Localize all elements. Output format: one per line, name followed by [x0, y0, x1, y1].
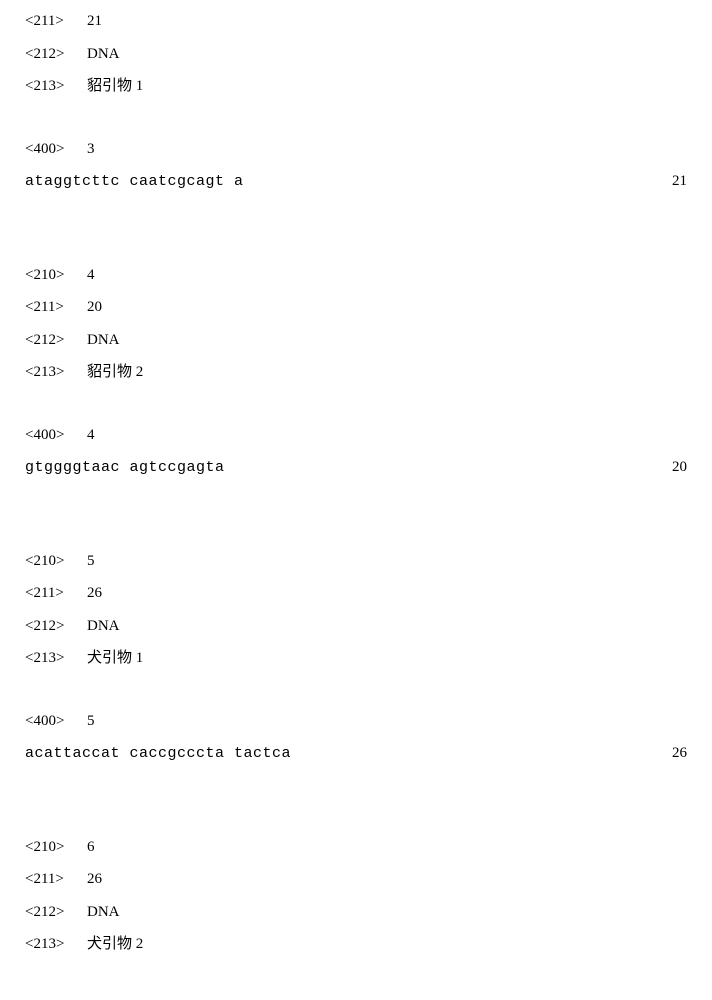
- sequence-text: gtggggtaac agtccgagta: [25, 457, 225, 480]
- header-value: DNA: [87, 43, 120, 66]
- header-value: 犬引物 2: [87, 933, 143, 956]
- header-value: 犬引物 1: [87, 647, 143, 670]
- header-value: 3: [87, 138, 95, 161]
- header-tag: <212>: [25, 329, 85, 352]
- header-value: DNA: [87, 329, 120, 352]
- header-value: 4: [87, 264, 95, 287]
- header-line: <213> 犬引物 1: [25, 647, 687, 670]
- header-tag: <212>: [25, 43, 85, 66]
- header-line: <212> DNA: [25, 329, 687, 352]
- header-tag: <212>: [25, 615, 85, 638]
- header-value: 5: [87, 550, 95, 573]
- header-value: DNA: [87, 615, 120, 638]
- sequence-count: 21: [672, 170, 687, 193]
- header-line: <210> 4: [25, 264, 687, 287]
- header-line: <210> 6: [25, 836, 687, 859]
- header-value: 貂引物 1: [87, 75, 143, 98]
- sequence-count: 20: [672, 456, 687, 479]
- sequence-text: ataggtcttc caatcgcagt a: [25, 171, 244, 194]
- header-line: <213> 貂引物 2: [25, 361, 687, 384]
- sequence-row: acattaccat caccgcccta tactca 26: [25, 742, 687, 766]
- header-tag: <400>: [25, 424, 85, 447]
- header-tag: <213>: [25, 647, 85, 670]
- header-value: 21: [87, 10, 102, 33]
- header-line: <211> 26: [25, 868, 687, 891]
- header-tag: <211>: [25, 582, 85, 605]
- header-tag: <210>: [25, 550, 85, 573]
- spacer: [25, 776, 687, 836]
- header-line: <213> 貂引物 1: [25, 75, 687, 98]
- header-tag: <400>: [25, 138, 85, 161]
- header-tag: <211>: [25, 296, 85, 319]
- header-value: 貂引物 2: [87, 361, 143, 384]
- header-line: <212> DNA: [25, 901, 687, 924]
- header-line: <210> 5: [25, 550, 687, 573]
- sequence-text: acattaccat caccgcccta tactca: [25, 743, 291, 766]
- header-tag: <400>: [25, 710, 85, 733]
- header-tag: <213>: [25, 361, 85, 384]
- header-line: <212> DNA: [25, 615, 687, 638]
- header-tag: <213>: [25, 75, 85, 98]
- header-tag: <211>: [25, 868, 85, 891]
- header-value: 20: [87, 296, 102, 319]
- header-value: 26: [87, 868, 102, 891]
- sequence-count: 26: [672, 742, 687, 765]
- sequence-row: gtggggtaac agtccgagta 20: [25, 456, 687, 480]
- header-tag: <213>: [25, 933, 85, 956]
- header-tag: <212>: [25, 901, 85, 924]
- header-line: <213> 犬引物 2: [25, 933, 687, 956]
- header-value: DNA: [87, 901, 120, 924]
- header-400-line: <400> 4: [25, 424, 687, 447]
- spacer: [25, 204, 687, 264]
- header-line: <211> 26: [25, 582, 687, 605]
- header-400-line: <400> 3: [25, 138, 687, 161]
- header-line: <211> 20: [25, 296, 687, 319]
- header-line: <211> 21: [25, 10, 687, 33]
- spacer: [25, 108, 687, 138]
- header-value: 4: [87, 424, 95, 447]
- header-400-line: <400> 5: [25, 710, 687, 733]
- header-tag: <211>: [25, 10, 85, 33]
- header-tag: <210>: [25, 836, 85, 859]
- header-value: 6: [87, 836, 95, 859]
- spacer: [25, 394, 687, 424]
- spacer: [25, 490, 687, 550]
- header-tag: <210>: [25, 264, 85, 287]
- spacer: [25, 680, 687, 710]
- header-line: <212> DNA: [25, 43, 687, 66]
- header-value: 5: [87, 710, 95, 733]
- sequence-row: ataggtcttc caatcgcagt a 21: [25, 170, 687, 194]
- header-value: 26: [87, 582, 102, 605]
